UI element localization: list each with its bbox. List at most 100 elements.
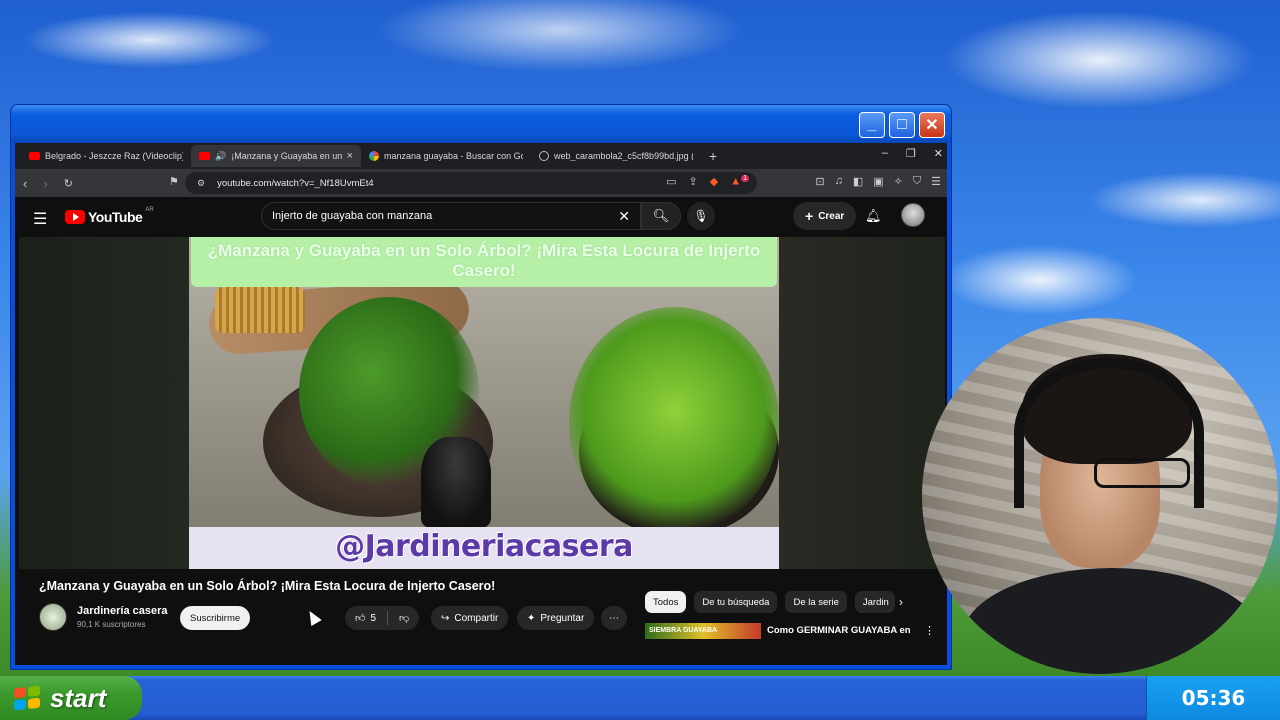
video-frame[interactable]: ¿Manzana y Guayaba en un Solo Árbol? ¡Mi… (189, 237, 779, 569)
ai-icon[interactable]: ✧ (894, 175, 903, 188)
tab-belgrado[interactable]: Belgrado - Jeszcze Raz (Videoclip) - Y (21, 145, 191, 167)
sidebar-icon[interactable]: ◧ (853, 175, 863, 188)
browser-window-controls: – ❐ ✕ (882, 147, 943, 160)
search-query-text: Injerto de guayaba con manzana (272, 210, 433, 222)
menu-icon[interactable]: ☰ (931, 175, 941, 188)
chip-de-la-serie[interactable]: De la serie (785, 591, 847, 613)
sparkle-icon: ✦ (527, 612, 536, 624)
youtube-favicon-icon (199, 152, 210, 160)
notifications-bell-icon[interactable]: 🔔︎ (865, 208, 882, 224)
create-button[interactable]: + Crear (793, 202, 857, 230)
new-tab-icon[interactable]: + (709, 148, 717, 164)
chip-todos[interactable]: Todos (645, 591, 687, 613)
tab-label: Belgrado - Jeszcze Raz (Videoclip) - Y (45, 151, 183, 161)
system-tray: 05:36 (1146, 676, 1280, 720)
recommended-video[interactable]: SIEMBRA GUAYABA Como GERMINAR GUAYABA en… (645, 623, 935, 639)
address-bar-icons: ▭ ⇪ ◆ ▲ 1 (666, 175, 749, 188)
subscribe-button[interactable]: Suscribirme (180, 606, 251, 630)
back-icon[interactable]: ‹ (23, 176, 27, 191)
like-icon[interactable]: 👍︎ (355, 612, 365, 624)
tab-label: web_carambola2_c5cf8b99bd.jpg (79 (554, 151, 693, 161)
maximize-button[interactable]: □ (889, 112, 915, 138)
brave-shields-icon[interactable]: ◆ (710, 175, 718, 188)
minimize-button[interactable]: _ (859, 112, 885, 138)
vpn-icon[interactable]: ⛉ (913, 175, 921, 188)
forward-icon[interactable]: › (43, 176, 47, 191)
install-icon[interactable]: ▭ (666, 175, 676, 188)
hamburger-menu-icon[interactable]: ☰ (33, 209, 47, 229)
microphone-icon: 🎙︎ (693, 209, 709, 223)
browser-toolbar: ‹ › ↻ ⚑ ⚙ youtube.com/watch?v=_Nf18UvmEt… (15, 169, 947, 197)
brave-rewards-icon[interactable]: ▲ 1 (730, 175, 749, 188)
address-bar[interactable]: ⚙ youtube.com/watch?v=_Nf18UvmEt4 ▭ ⇪ ◆ … (185, 172, 757, 194)
browser-window: _ □ ✕ Belgrado - Jeszcze Raz (Videoclip)… (10, 104, 952, 670)
account-avatar[interactable] (901, 203, 925, 227)
more-icon: ⋯ (609, 612, 619, 624)
wallet-icon[interactable]: ▣ (873, 175, 883, 188)
recommended-title[interactable]: Como GERMINAR GUAYABA en (767, 625, 911, 636)
bookmark-icon[interactable]: ⚑ (169, 175, 179, 188)
subscriber-count: 90,1 K suscriptores (77, 620, 146, 629)
clock[interactable]: 05:36 (1182, 686, 1246, 710)
chevron-right-icon[interactable]: › (899, 595, 903, 609)
more-actions-button[interactable]: ⋯ (601, 606, 627, 630)
video-bracelet-image (215, 287, 305, 333)
share-page-icon[interactable]: ⇪ (689, 175, 698, 188)
windows-logo-icon (14, 685, 40, 711)
tab-carambola-image[interactable]: web_carambola2_c5cf8b99bd.jpg (79 (531, 145, 701, 167)
search-icon: 🔍︎ (652, 208, 670, 223)
tab-close-icon[interactable]: × (347, 150, 353, 162)
browser-minimize-icon[interactable]: – (882, 147, 888, 160)
video-title: ¿Manzana y Guayaba en un Solo Árbol? ¡Mi… (39, 579, 496, 593)
taskbar: start 05:36 (0, 676, 1280, 720)
screenshot-icon[interactable]: ⊡ (815, 175, 824, 188)
search-button[interactable]: 🔍︎ (641, 202, 681, 230)
like-dislike-group: 👍︎ 5 👎︎ (345, 606, 420, 630)
webcam-overlay (922, 318, 1278, 674)
share-label: Compartir (454, 612, 499, 624)
search-input[interactable]: Injerto de guayaba con manzana ✕ (261, 202, 641, 230)
extension-toolbar: ⊡ ♫ ◧ ▣ ✧ ⛉ ☰ (815, 175, 941, 188)
youtube-favicon-icon (29, 152, 40, 160)
channel-watermark: @Jardineriacasera (189, 527, 779, 569)
ask-button[interactable]: ✦ Preguntar (517, 606, 595, 630)
ask-label: Preguntar (540, 612, 585, 624)
youtube-play-icon (65, 210, 85, 224)
chip-jardin[interactable]: Jardin (854, 591, 895, 613)
country-code: AR (145, 207, 154, 213)
dislike-icon[interactable]: 👎︎ (399, 612, 409, 624)
reload-icon[interactable]: ↻ (64, 177, 73, 190)
browser-close-icon[interactable]: ✕ (934, 147, 943, 160)
tab-manzana-guayaba[interactable]: 🔊 ¡Manzana y Guayaba en un S × (191, 145, 361, 167)
channel-avatar[interactable] (39, 603, 67, 631)
share-button[interactable]: ↪ Compartir (431, 606, 509, 630)
url-text: youtube.com/watch?v=_Nf18UvmEt4 (217, 177, 374, 189)
youtube-logo[interactable]: YouTube AR (65, 207, 154, 225)
start-button[interactable]: start (0, 676, 142, 720)
like-separator (387, 611, 389, 625)
clear-search-icon[interactable]: ✕ (618, 208, 630, 225)
plus-icon: + (805, 208, 814, 224)
channel-row: Jardinería casera 90,1 K suscriptores Su… (39, 603, 639, 633)
recommended-thumbnail[interactable]: SIEMBRA GUAYABA (645, 623, 761, 639)
glasses-icon (1094, 458, 1190, 488)
window-titlebar[interactable]: _ □ ✕ (11, 105, 951, 143)
video-title-banner: ¿Manzana y Guayaba en un Solo Árbol? ¡Mi… (191, 237, 777, 287)
mouse-cursor-icon (304, 607, 322, 627)
window-controls: _ □ ✕ (859, 112, 945, 138)
channel-name[interactable]: Jardinería casera (77, 605, 168, 617)
video-player[interactable]: ¿Manzana y Guayaba en un Solo Árbol? ¡Mi… (19, 237, 945, 569)
globe-icon (539, 151, 549, 161)
voice-search-button[interactable]: 🎙︎ (687, 202, 715, 230)
speaker-icon[interactable]: 🔊 (215, 151, 226, 162)
tab-google-search[interactable]: manzana guayaba - Buscar con Goo (361, 145, 531, 167)
close-button[interactable]: ✕ (919, 112, 945, 138)
related-filter-chips: Todos De tu búsqueda De la serie Jardin (645, 591, 895, 613)
logo-wordmark: YouTube (88, 209, 143, 225)
site-info-icon[interactable]: ⚙ (197, 178, 205, 189)
chip-de-tu-busqueda[interactable]: De tu búsqueda (694, 591, 778, 613)
music-icon[interactable]: ♫ (835, 175, 843, 188)
browser-restore-icon[interactable]: ❐ (906, 147, 916, 160)
share-icon: ↪ (441, 612, 450, 624)
video-grafting-tool-image (421, 437, 491, 527)
